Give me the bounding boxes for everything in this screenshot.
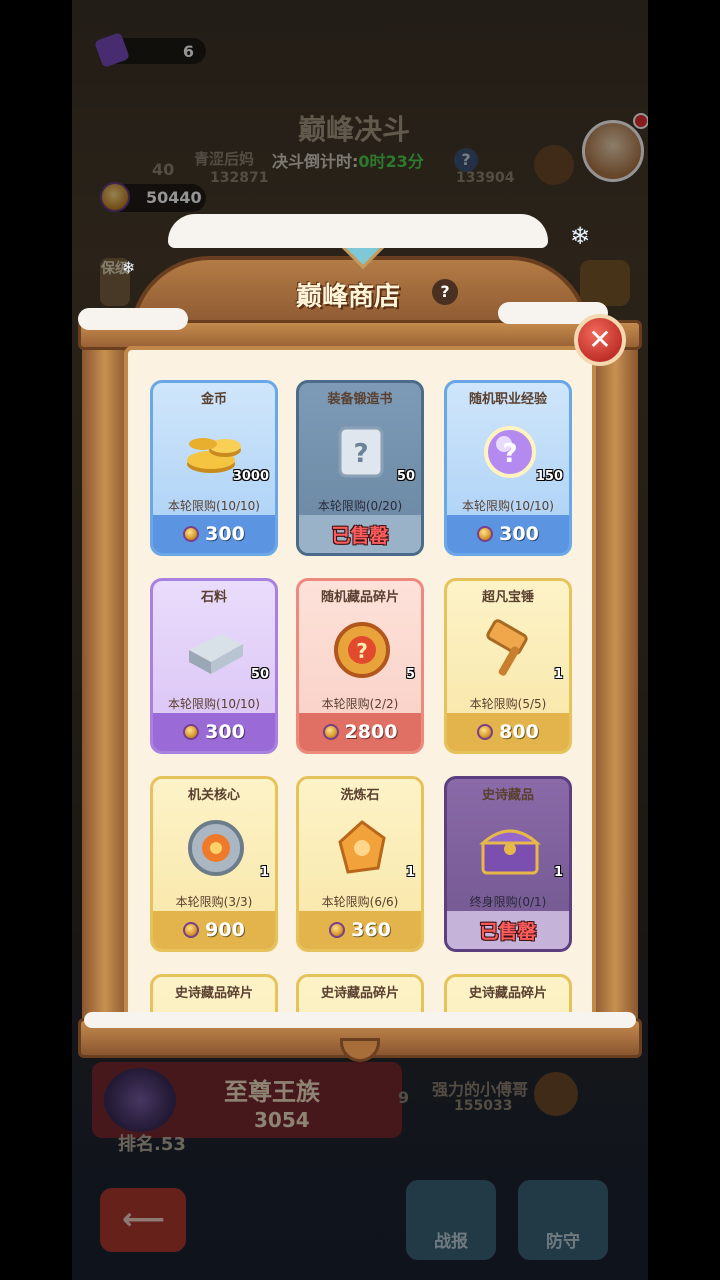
sold-out-label: 已售罄: [447, 911, 569, 949]
shop-item-card[interactable]: 超凡宝锤 1 本轮限购(5/5) 800: [444, 578, 572, 754]
frame-left-pillar: [82, 320, 128, 1034]
medal-currency-icon: [477, 526, 494, 542]
sold-out-text: 已售罄: [479, 920, 537, 943]
shop-title: 巅峰商店: [296, 282, 401, 312]
beam-snow-left: [78, 308, 188, 330]
shop-help-icon[interactable]: ?: [432, 279, 458, 305]
price-value: 900: [205, 919, 245, 941]
buy-button[interactable]: 360: [299, 911, 421, 949]
shop-item-card[interactable]: 机关核心 1 本轮限购(3/3) 900: [150, 776, 278, 952]
purchase-limit: 本轮限购(10/10): [168, 697, 260, 711]
item-name: 史诗藏品碎片: [320, 986, 399, 1001]
item-name: 史诗藏品碎片: [174, 986, 253, 1001]
purchase-limit: 本轮限购(10/10): [462, 499, 554, 513]
item-grid: 金币 3000 本轮限购(10/10) 300 装备锻造书? 50 本轮限购(0/20) 已售…: [128, 350, 592, 1022]
epic-chest-icon: [473, 811, 547, 885]
shop-item-card[interactable]: 随机职业经验? 150 本轮限购(10/10) 300: [444, 380, 572, 556]
medal-currency-icon: [183, 922, 200, 938]
stone-ingot-icon: [179, 613, 253, 687]
item-name: 史诗藏品碎片: [468, 986, 547, 1001]
snowflake-icon: ❄: [570, 222, 591, 250]
refining-stone-icon: [325, 811, 399, 885]
snowflake-icon: ❄: [122, 258, 136, 277]
item-name: 石料: [200, 590, 227, 605]
shop-item-card[interactable]: 金币 3000 本轮限购(10/10) 300: [150, 380, 278, 556]
item-quantity: 150: [535, 469, 563, 484]
item-name: 超凡宝锤: [481, 590, 534, 605]
price-value: 360: [351, 919, 391, 941]
item-quantity: 50: [250, 667, 269, 682]
shop-item-card[interactable]: 随机藏品碎片? 5 本轮限购(2/2) 2800: [296, 578, 424, 754]
item-quantity: 1: [553, 667, 563, 682]
buy-button[interactable]: 300: [447, 515, 569, 553]
item-quantity: 1: [553, 865, 563, 880]
sold-out-text: 已售罄: [331, 524, 389, 547]
purchase-limit: 本轮限购(3/3): [175, 895, 253, 909]
medal-currency-icon: [183, 724, 200, 740]
medal-currency-icon: [322, 724, 339, 740]
purchase-limit: 本轮限购(2/2): [321, 697, 399, 711]
bottom-snow: [84, 1012, 636, 1028]
close-button[interactable]: ✕: [574, 314, 626, 366]
shop-modal: 巅峰商店 ? 金币 3000 本轮限购(10/10) 300 装备锻造书? 50 本轮限购(…: [78, 214, 642, 1062]
buy-button[interactable]: 300: [153, 713, 275, 751]
forge-scroll-icon: ?: [325, 415, 399, 489]
medal-currency-icon: [477, 724, 494, 740]
item-quantity: 1: [259, 865, 269, 880]
price-value: 300: [499, 523, 539, 545]
shop-panel: 金币 3000 本轮限购(10/10) 300 装备锻造书? 50 本轮限购(0/20) 已售…: [124, 346, 596, 1026]
item-quantity: 3000: [232, 469, 269, 484]
buy-button[interactable]: 800: [447, 713, 569, 751]
shop-item-card[interactable]: 石料 50 本轮限购(10/10) 300: [150, 578, 278, 754]
buy-button[interactable]: 900: [153, 911, 275, 949]
item-name: 装备锻造书: [327, 392, 393, 407]
svg-text:?: ?: [502, 439, 517, 469]
buy-button[interactable]: 300: [153, 515, 275, 553]
sold-out-label: 已售罄: [299, 515, 421, 553]
item-name: 史诗藏品: [481, 788, 534, 803]
mechanism-core-icon: [179, 811, 253, 885]
shop-item-card[interactable]: 史诗藏品 1 终身限购(0/1) 已售罄: [444, 776, 572, 952]
item-name: 随机藏品碎片: [320, 590, 399, 605]
item-name: 随机职业经验: [468, 392, 547, 407]
price-value: 800: [499, 721, 539, 743]
item-quantity: 1: [405, 865, 415, 880]
price-value: 2800: [344, 721, 398, 743]
item-name: 金币: [200, 392, 227, 407]
hammer-icon: [473, 613, 547, 687]
purchase-limit: 本轮限购(6/6): [321, 895, 399, 909]
medal-currency-icon: [329, 922, 346, 938]
buy-button[interactable]: 2800: [299, 713, 421, 751]
shop-item-card[interactable]: 装备锻造书? 50 本轮限购(0/20) 已售罄: [296, 380, 424, 556]
item-name: 机关核心: [187, 788, 240, 803]
purchase-limit: 本轮限购(5/5): [469, 697, 547, 711]
price-value: 300: [205, 523, 245, 545]
item-name: 洗炼石: [340, 788, 380, 803]
purchase-limit: 终身限购(0/1): [469, 895, 547, 909]
item-quantity: 5: [405, 667, 415, 682]
bottom-ornament-icon: [340, 1038, 380, 1062]
roof-snow: [168, 214, 548, 248]
frame-right-pillar: [592, 320, 638, 1034]
svg-text:?: ?: [356, 639, 368, 663]
shop-item-card[interactable]: 洗炼石 1 本轮限购(6/6) 360: [296, 776, 424, 952]
purchase-limit: 本轮限购(0/20): [317, 499, 403, 513]
svg-text:?: ?: [353, 439, 368, 469]
purchase-limit: 本轮限购(10/10): [168, 499, 260, 513]
relic-shard-icon: ?: [325, 613, 399, 687]
item-quantity: 50: [396, 469, 415, 484]
price-value: 300: [205, 721, 245, 743]
medal-currency-icon: [183, 526, 200, 542]
close-icon: ✕: [588, 323, 612, 356]
